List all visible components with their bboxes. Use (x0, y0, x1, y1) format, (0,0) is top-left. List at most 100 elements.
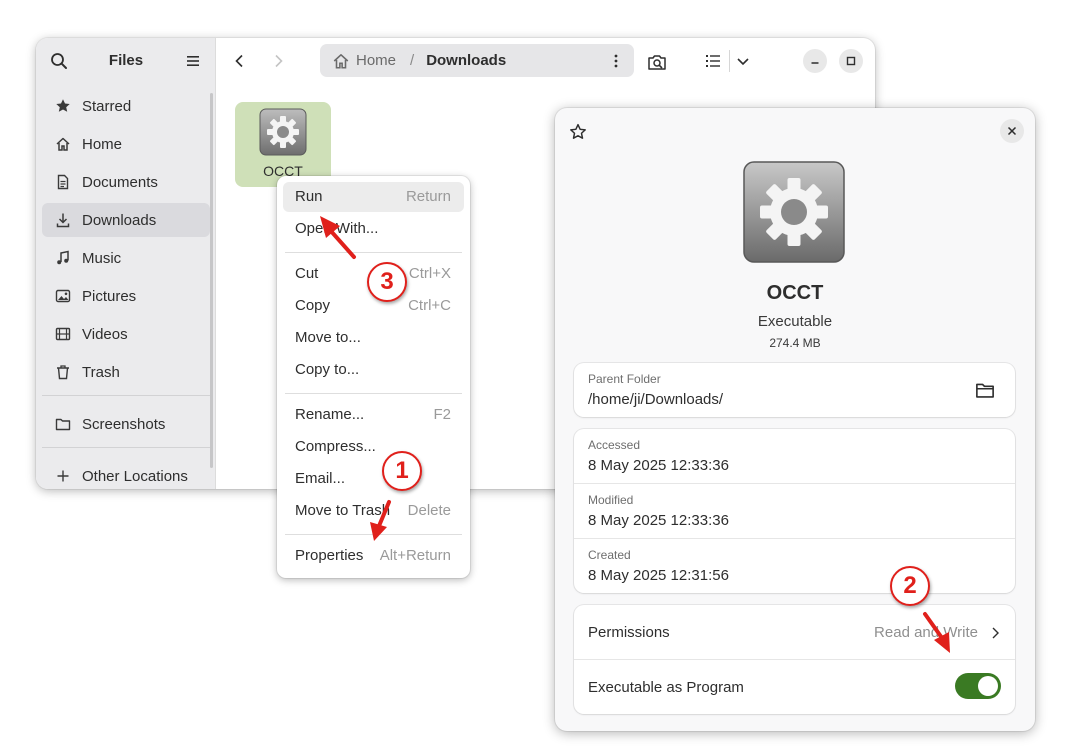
forward-icon[interactable] (268, 51, 288, 71)
executable-label: Executable as Program (588, 679, 744, 696)
close-icon[interactable] (1000, 119, 1024, 143)
header-bar: Home / Downloads (216, 38, 875, 84)
menu-item-copy-to[interactable]: Copy to... (283, 355, 464, 385)
sidebar-item-home[interactable]: Home (42, 127, 210, 161)
permissions-card: Permissions Read and Write Executable as… (574, 605, 1015, 714)
sidebar-item-starred[interactable]: Starred (42, 89, 210, 123)
menu-item-accelerator: Ctrl+X (408, 265, 451, 282)
menu-item-accelerator: Delete (407, 502, 451, 519)
music-icon (54, 249, 72, 267)
sidebar: Files Starred Home Documents Downloads M… (36, 38, 216, 489)
menu-item-accelerator: Ctrl+C (408, 297, 451, 314)
home-icon (332, 52, 350, 70)
pathbar-home[interactable]: Home (356, 52, 396, 69)
menu-item-email[interactable]: Email... (283, 464, 464, 494)
desktop: Files Starred Home Documents Downloads M… (0, 0, 1069, 748)
permissions-value: Read and Write (874, 624, 978, 641)
parent-folder-path: /home/ji/Downloads/ (588, 391, 724, 408)
sidebar-item-label: Home (82, 135, 123, 153)
sidebar-item-label: Downloads (82, 211, 157, 229)
executable-toggle[interactable] (955, 673, 1001, 699)
sidebar-places: Starred Home Documents Downloads Music P… (42, 89, 210, 489)
trash-icon (54, 363, 72, 381)
accessed-value: 8 May 2025 12:33:36 (588, 457, 729, 474)
modified-row: Modified 8 May 2025 12:33:36 (574, 484, 1015, 538)
star-icon (54, 97, 72, 115)
home-icon (54, 135, 72, 153)
accessed-caption: Accessed (588, 438, 641, 452)
row-divider (574, 659, 1015, 660)
menu-item-label: Copy (295, 297, 331, 314)
hamburger-menu-icon[interactable] (184, 52, 202, 70)
picture-icon (54, 287, 72, 305)
sidebar-item-other-locations[interactable]: Other Locations (42, 459, 210, 489)
sidebar-item-trash[interactable]: Trash (42, 355, 210, 389)
list-view-icon[interactable] (704, 52, 722, 70)
more-options-icon[interactable] (608, 52, 624, 70)
back-icon[interactable] (230, 51, 250, 71)
document-icon (54, 173, 72, 191)
menu-divider (285, 393, 462, 394)
sidebar-item-videos[interactable]: Videos (42, 317, 210, 351)
menu-item-label: Compress... (295, 438, 376, 455)
search-location-icon[interactable] (646, 51, 668, 73)
sidebar-item-downloads[interactable]: Downloads (42, 203, 210, 237)
sidebar-item-documents[interactable]: Documents (42, 165, 210, 199)
star-icon[interactable] (569, 123, 587, 141)
step-badge-3: 3 (367, 262, 407, 302)
menu-item-accelerator: F2 (433, 406, 451, 423)
sidebar-scrollbar[interactable] (210, 93, 213, 468)
menu-item-label: Open With... (295, 220, 379, 237)
menu-divider (285, 534, 462, 535)
executable-gear-icon (259, 108, 307, 156)
times-card: Accessed 8 May 2025 12:33:36 Modified 8 … (574, 429, 1015, 593)
sidebar-item-music[interactable]: Music (42, 241, 210, 275)
sidebar-header: Files (36, 38, 216, 84)
step-badge-1: 1 (382, 451, 422, 491)
file-size: 274.4 MB (769, 336, 821, 350)
menu-item-label: Rename... (295, 406, 365, 423)
menu-item-rename[interactable]: Rename... F2 (283, 400, 464, 430)
menu-item-label: Move to Trash (295, 502, 391, 519)
modified-caption: Modified (588, 493, 634, 507)
permissions-row[interactable]: Permissions Read and Write (574, 605, 1015, 659)
folder-icon (54, 415, 72, 433)
pathbar-current[interactable]: Downloads (426, 52, 506, 69)
menu-item-properties[interactable]: Properties Alt+Return (283, 541, 464, 571)
sidebar-divider (42, 395, 210, 396)
menu-item-label: Email... (295, 470, 346, 487)
parent-folder-caption: Parent Folder (588, 372, 661, 386)
sidebar-item-label: Starred (82, 97, 132, 115)
minimize-icon[interactable] (803, 49, 827, 73)
step-badge-2: 2 (890, 566, 930, 606)
sidebar-item-screenshots[interactable]: Screenshots (42, 407, 210, 441)
plus-icon (54, 467, 72, 485)
maximize-icon[interactable] (839, 49, 863, 73)
context-menu: Run Return Open With... Cut Ctrl+X Copy … (277, 176, 470, 578)
accessed-row: Accessed 8 May 2025 12:33:36 (574, 429, 1015, 483)
sidebar-item-pictures[interactable]: Pictures (42, 279, 210, 313)
sidebar-divider (42, 447, 210, 448)
menu-divider (285, 252, 462, 253)
menu-item-move-to-trash[interactable]: Move to Trash Delete (283, 496, 464, 526)
parent-folder-row: Parent Folder /home/ji/Downloads/ (574, 363, 1015, 417)
chevron-down-icon[interactable] (735, 52, 751, 70)
pathbar[interactable]: Home / Downloads (320, 44, 634, 77)
menu-item-label: Cut (295, 265, 319, 282)
menu-item-accelerator: Alt+Return (379, 547, 451, 564)
file-item-occt[interactable]: OCCT (235, 102, 331, 187)
open-folder-icon[interactable] (975, 380, 995, 400)
created-caption: Created (588, 548, 631, 562)
modified-value: 8 May 2025 12:33:36 (588, 512, 729, 529)
sidebar-item-label: Documents (82, 173, 158, 191)
parent-folder-card: Parent Folder /home/ji/Downloads/ (574, 363, 1015, 417)
menu-item-move-to[interactable]: Move to... (283, 323, 464, 353)
menu-item-run[interactable]: Run Return (283, 182, 464, 212)
menu-item-compress[interactable]: Compress... (283, 432, 464, 462)
menu-item-accelerator: Return (405, 188, 451, 205)
sidebar-item-label: Music (82, 249, 122, 267)
chevron-right-icon (989, 625, 1001, 641)
menu-item-open-with[interactable]: Open With... (283, 214, 464, 244)
file-name-heading: OCCT (766, 282, 824, 304)
menu-item-label: Move to... (295, 329, 361, 346)
